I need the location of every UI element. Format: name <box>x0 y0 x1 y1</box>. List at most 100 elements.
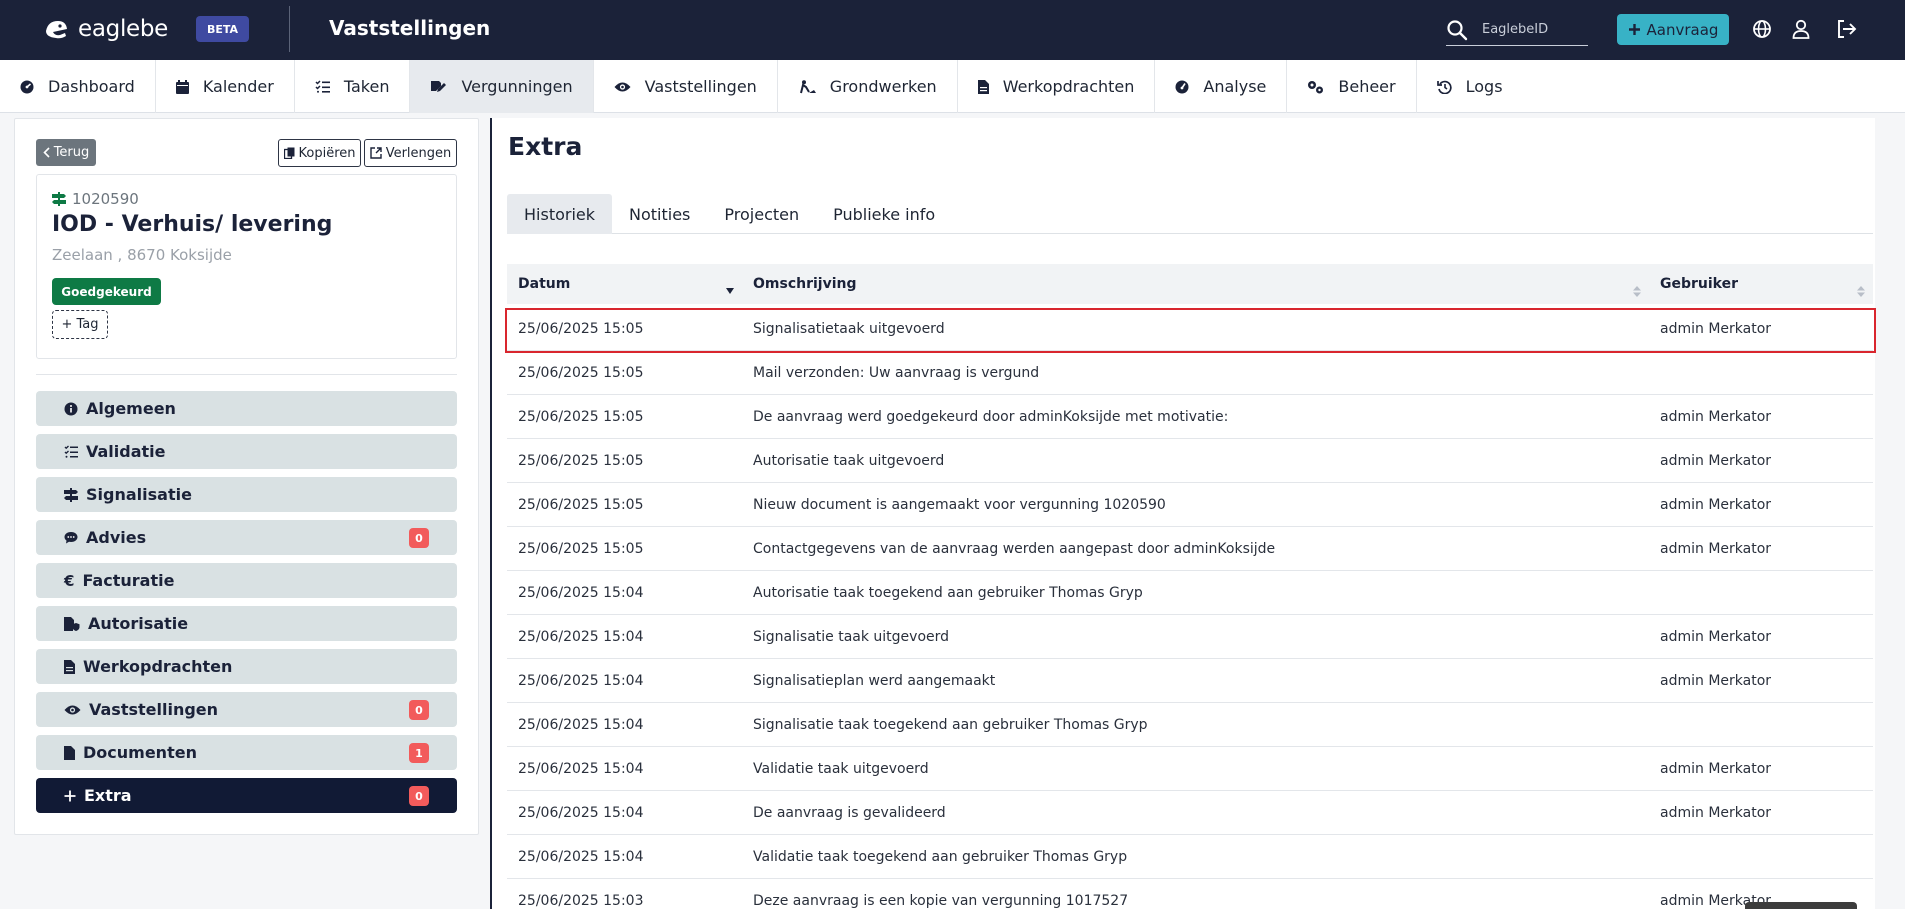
nav-analyse[interactable]: Analyse <box>1155 60 1288 113</box>
cell-date: 25/06/2025 15:04 <box>518 804 644 821</box>
permit-title: IOD - Verhuis/ levering <box>52 212 333 237</box>
nav-grondwerken[interactable]: Grondwerken <box>778 60 958 113</box>
table-row[interactable]: 25/06/2025 15:05 Autorisatie taak uitgevo… <box>507 439 1873 483</box>
count-badge: 0 <box>409 528 429 548</box>
search-input[interactable] <box>1482 22 1582 37</box>
cell-date: 25/06/2025 15:05 <box>518 364 644 381</box>
nav-vergunningen[interactable]: Vergunningen <box>410 60 594 113</box>
app-title: Vaststellingen <box>329 16 491 40</box>
tab-bar: Historiek Notities Projecten Publieke in… <box>507 194 1873 234</box>
table-row[interactable]: 25/06/2025 15:03 Deze aanvraag is een kop… <box>507 879 1873 909</box>
table-row[interactable]: 25/06/2025 15:05 Nieuw document is aangem… <box>507 483 1873 527</box>
nav-dashboard[interactable]: Dashboard <box>0 60 156 113</box>
divider <box>36 374 457 375</box>
table-row[interactable]: 25/06/2025 15:05 De aanvraag werd goedgek… <box>507 395 1873 439</box>
table-row[interactable]: 25/06/2025 15:04 Signalisatie taak toegek… <box>507 703 1873 747</box>
menu-item-label: Extra <box>84 786 132 805</box>
column-header-omschrijving[interactable]: Omschrijving <box>742 264 1649 304</box>
table-row[interactable]: 25/06/2025 15:04 Autorisatie taak toegeke… <box>507 571 1873 615</box>
menu-item-label: Facturatie <box>82 571 175 590</box>
nav-logs[interactable]: Logs <box>1417 60 1523 113</box>
table-row[interactable]: 25/06/2025 15:04 Validatie taak uitgevoer… <box>507 747 1873 791</box>
cell-date: 25/06/2025 15:04 <box>518 628 644 645</box>
external-link-icon <box>370 147 382 159</box>
globe-icon[interactable] <box>1752 19 1772 39</box>
table-row[interactable]: 25/06/2025 15:04 Validatie taak toegekend… <box>507 835 1873 879</box>
scroll-indicator[interactable] <box>1745 902 1857 909</box>
table-row[interactable]: 25/06/2025 15:04 Signalisatie taak uitgev… <box>507 615 1873 659</box>
cogs-icon <box>1308 80 1324 93</box>
user-icon[interactable] <box>1792 19 1810 39</box>
logout-icon[interactable] <box>1836 19 1857 39</box>
menu-item-label: Signalisatie <box>86 485 192 504</box>
nav-kalender[interactable]: Kalender <box>156 60 295 113</box>
copy-button[interactable]: Kopiëren <box>278 139 361 167</box>
cell-description: Deze aanvraag is een kopie van vergunnin… <box>753 892 1129 909</box>
sort-descending-icon <box>726 288 734 294</box>
eagle-logo-icon <box>46 21 67 39</box>
menu-item-werkopdrachten[interactable]: Werkopdrachten <box>36 649 457 684</box>
back-button[interactable]: Terug <box>36 139 96 166</box>
nav-label: Vaststellingen <box>644 77 757 96</box>
sort-icon <box>1857 286 1865 297</box>
tab-historiek[interactable]: Historiek <box>507 194 613 234</box>
tasks-icon <box>315 80 330 93</box>
search-box[interactable] <box>1446 14 1588 46</box>
table-row[interactable]: 25/06/2025 15:04 De aanvraag is gevalidee… <box>507 791 1873 835</box>
nav-beheer[interactable]: Beheer <box>1287 60 1417 113</box>
menu-item-algemeen[interactable]: Algemeen <box>36 391 457 426</box>
tab-publieke-info[interactable]: Publieke info <box>816 194 952 234</box>
menu-item-validatie[interactable]: Validatie <box>36 434 457 469</box>
column-header-datum[interactable]: Datum <box>507 264 742 304</box>
nav-label: Vergunningen <box>461 77 573 96</box>
aanvraag-label: Aanvraag <box>1646 20 1719 39</box>
menu-item-vaststellingen[interactable]: Vaststellingen 0 <box>36 692 457 727</box>
cell-date: 25/06/2025 15:03 <box>518 892 644 909</box>
cell-date: 25/06/2025 15:04 <box>518 672 644 689</box>
column-header-label: Omschrijving <box>753 276 857 292</box>
cell-date: 25/06/2025 15:05 <box>518 452 644 469</box>
nav-label: Taken <box>343 77 390 96</box>
cell-description: Autorisatie taak toegekend aan gebruiker… <box>753 584 1143 601</box>
add-tag-button[interactable]: + Tag <box>52 310 108 339</box>
cell-user: admin Merkator <box>1660 760 1772 777</box>
table-row[interactable]: 25/06/2025 15:04 Signalisatieplan werd aa… <box>507 659 1873 703</box>
extend-button[interactable]: Verlengen <box>364 139 457 167</box>
brand-logo[interactable]: eaglebe <box>42 16 168 42</box>
menu-item-autorisatie[interactable]: Autorisatie <box>36 606 457 641</box>
nav-vaststellingen[interactable]: Vaststellingen <box>594 60 778 113</box>
cell-user: admin Merkator <box>1660 452 1772 469</box>
nav-taken[interactable]: Taken <box>295 60 411 113</box>
menu-item-documenten[interactable]: Documenten 1 <box>36 735 457 770</box>
cell-date: 25/06/2025 15:04 <box>518 584 644 601</box>
menu-item-facturatie[interactable]: € Facturatie <box>36 563 457 598</box>
cell-date: 25/06/2025 15:05 <box>518 540 644 557</box>
sort-icon <box>1633 286 1641 297</box>
tab-notities[interactable]: Notities <box>612 194 707 234</box>
cell-description: Mail verzonden: Uw aanvraag is vergund <box>753 364 1040 381</box>
table-row[interactable]: 25/06/2025 15:05 Mail verzonden: Uw aanvr… <box>507 351 1873 395</box>
beta-badge: BETA <box>196 16 249 42</box>
menu-item-advies[interactable]: Advies 0 <box>36 520 457 555</box>
document-icon <box>64 659 75 674</box>
copy-label: Kopiëren <box>298 145 356 161</box>
cell-date: 25/06/2025 15:04 <box>518 760 644 777</box>
cell-description: De aanvraag werd goedgekeurd door adminK… <box>753 408 1229 425</box>
eye-icon <box>64 705 81 714</box>
cell-user: admin Merkator <box>1660 804 1772 821</box>
calendar-icon <box>175 79 189 94</box>
file-icon <box>64 745 75 760</box>
menu-item-extra[interactable]: Extra 0 <box>36 778 457 813</box>
menu-item-signalisatie[interactable]: Signalisatie <box>36 477 457 512</box>
cell-user: admin Merkator <box>1660 540 1772 557</box>
aanvraag-button[interactable]: Aanvraag <box>1617 14 1729 45</box>
column-header-gebruiker[interactable]: Gebruiker <box>1649 264 1873 304</box>
file-shield-icon <box>64 616 80 631</box>
tab-projecten[interactable]: Projecten <box>707 194 816 234</box>
table-row[interactable]: 25/06/2025 15:05 Contactgegevens van de a… <box>507 527 1873 571</box>
gauge-icon <box>1175 80 1189 93</box>
nav-werkopdrachten[interactable]: Werkopdrachten <box>958 60 1156 113</box>
table-row[interactable]: 25/06/2025 15:05 Signalisatietaak uitgevo… <box>507 307 1873 351</box>
cell-date: 25/06/2025 15:05 <box>518 320 644 337</box>
cell-description: De aanvraag is gevalideerd <box>753 804 946 821</box>
